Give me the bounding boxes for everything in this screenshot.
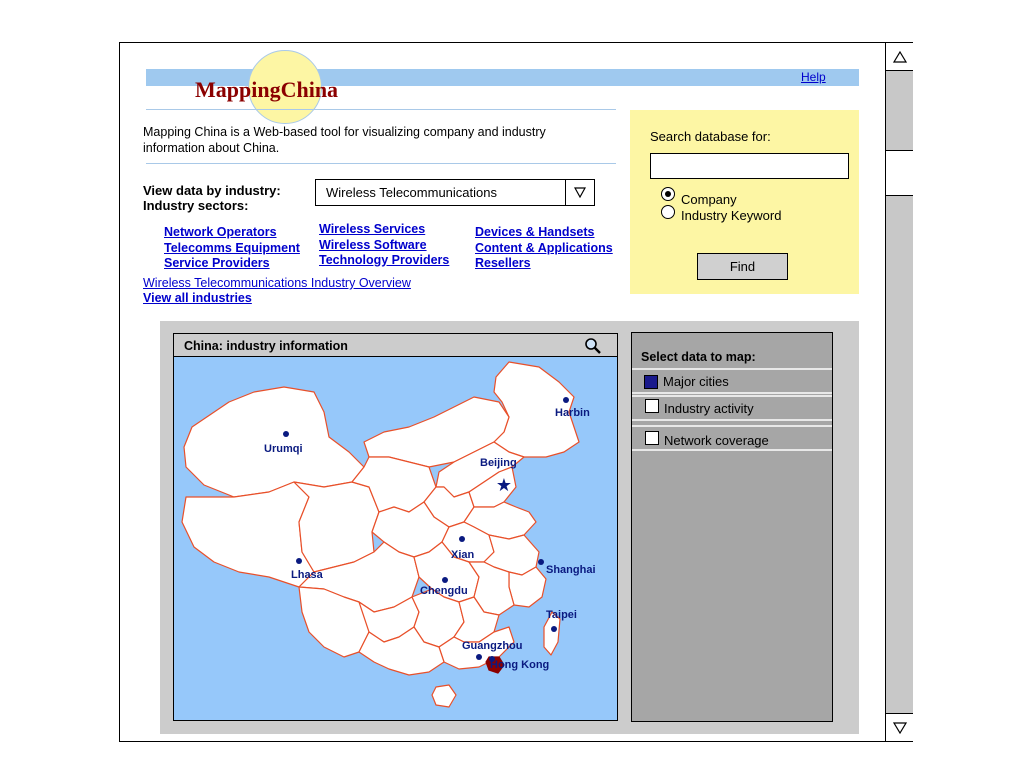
city-dot-xian[interactable] xyxy=(459,536,465,542)
divider-top xyxy=(146,109,616,110)
view-by-industry-label: View data by industry: xyxy=(143,183,281,198)
radio-company-label: Company xyxy=(681,192,737,207)
sector-link-wireless-software[interactable]: Wireless Software xyxy=(319,238,427,252)
data-row-major-cities[interactable] xyxy=(632,368,832,394)
map-header: China: industry information xyxy=(174,334,617,357)
industry-sectors-label: Industry sectors: xyxy=(143,198,249,213)
find-button[interactable]: Find xyxy=(697,253,788,280)
city-label-taipei[interactable]: Taipei xyxy=(546,609,577,621)
city-label-shanghai[interactable]: Shanghai xyxy=(546,564,596,576)
logo-text[interactable]: MappingChina xyxy=(195,77,338,103)
sector-link-resellers[interactable]: Resellers xyxy=(475,256,531,270)
search-label: Search database for: xyxy=(650,129,771,144)
scroll-down-button[interactable] xyxy=(886,713,913,741)
search-input[interactable] xyxy=(650,153,849,179)
checkbox-major-cities[interactable] xyxy=(644,375,658,389)
industry-select-value: Wireless Telecommunications xyxy=(326,185,497,200)
city-label-lhasa[interactable]: Lhasa xyxy=(291,569,323,581)
china-map[interactable]: ★ xyxy=(174,357,617,720)
scroll-up-button[interactable] xyxy=(886,43,913,71)
help-link[interactable]: Help xyxy=(801,70,826,84)
divider-middle xyxy=(146,163,616,164)
city-label-beijing[interactable]: Beijing xyxy=(480,457,517,469)
city-label-chengdu[interactable]: Chengdu xyxy=(420,585,468,597)
checkbox-industry-activity[interactable] xyxy=(645,399,659,413)
triangle-down-icon xyxy=(892,721,907,734)
radio-industry-keyword[interactable] xyxy=(661,205,675,219)
radio-company[interactable] xyxy=(661,187,675,201)
scroll-thumb[interactable] xyxy=(886,150,913,196)
map-title: China: industry information xyxy=(184,339,348,353)
city-label-xian[interactable]: Xian xyxy=(451,549,474,561)
city-dot-harbin[interactable] xyxy=(563,397,569,403)
sector-link-telecomms-equipment[interactable]: Telecomms Equipment xyxy=(164,241,300,255)
sector-link-technology-providers[interactable]: Technology Providers xyxy=(319,253,449,267)
data-panel-title: Select data to map: xyxy=(641,350,756,364)
city-dot-shanghai[interactable] xyxy=(538,559,544,565)
data-label-industry-activity: Industry activity xyxy=(664,401,754,416)
radio-industry-keyword-label: Industry Keyword xyxy=(681,208,782,223)
view-all-industries-link[interactable]: View all industries xyxy=(143,291,252,305)
data-label-major-cities: Major cities xyxy=(663,374,729,389)
city-dot-taipei[interactable] xyxy=(551,626,557,632)
city-dot-urumqi[interactable] xyxy=(283,431,289,437)
app-description: Mapping China is a Web-based tool for vi… xyxy=(143,125,546,155)
scrollbar[interactable] xyxy=(885,42,913,742)
sector-link-wireless-services[interactable]: Wireless Services xyxy=(319,222,425,236)
industry-select[interactable]: Wireless Telecommunications xyxy=(315,179,595,206)
chevron-down-icon[interactable] xyxy=(565,180,594,205)
city-dot-chengdu[interactable] xyxy=(442,577,448,583)
sector-link-devices-handsets[interactable]: Devices & Handsets xyxy=(475,225,595,239)
data-label-network-coverage: Network coverage xyxy=(664,433,769,448)
map-panel: China: industry information ★ Harbin Uru… xyxy=(173,333,618,721)
city-dot-guangzhou[interactable] xyxy=(476,654,482,660)
triangle-up-icon xyxy=(892,50,907,63)
sector-link-network-operators[interactable]: Network Operators xyxy=(164,225,277,239)
city-dot-lhasa[interactable] xyxy=(296,558,302,564)
sector-link-service-providers[interactable]: Service Providers xyxy=(164,256,270,270)
city-label-harbin[interactable]: Harbin xyxy=(555,407,590,419)
industry-overview-link[interactable]: Wireless Telecommunications Industry Ove… xyxy=(143,276,411,290)
checkbox-network-coverage[interactable] xyxy=(645,431,659,445)
city-label-urumqi[interactable]: Urumqi xyxy=(264,443,303,455)
city-label-hong-kong[interactable]: Hong Kong xyxy=(490,659,549,671)
industry-labels: View data by industry: Industry sectors: xyxy=(143,183,281,213)
capital-star-icon[interactable]: ★ xyxy=(496,475,512,495)
city-label-guangzhou[interactable]: Guangzhou xyxy=(462,640,523,652)
sector-link-content-applications[interactable]: Content & Applications xyxy=(475,241,613,255)
